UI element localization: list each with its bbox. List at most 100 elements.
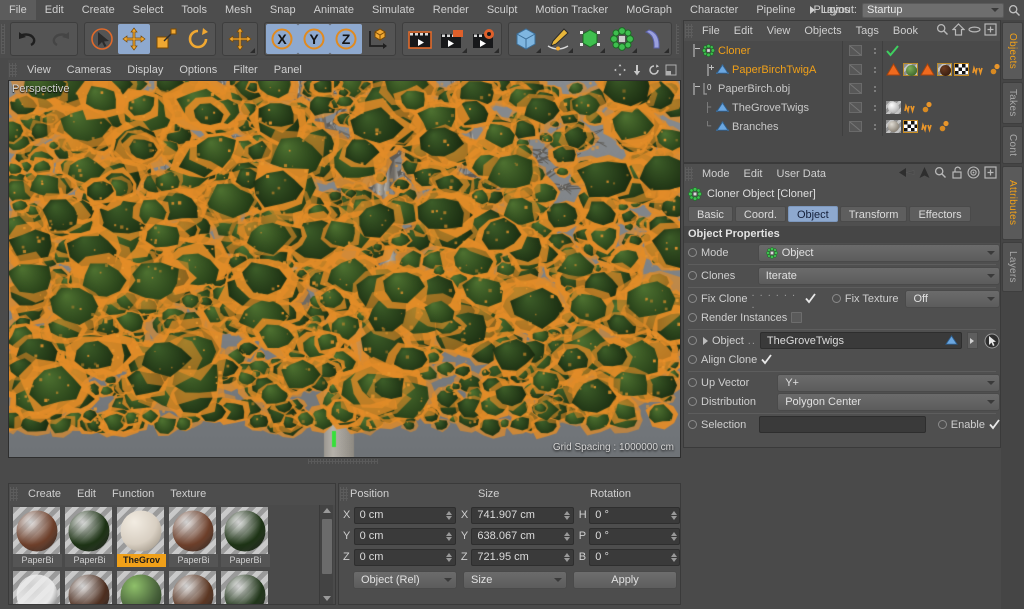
material-preview[interactable] bbox=[169, 571, 216, 604]
material-preview[interactable] bbox=[65, 571, 112, 604]
visibility-box[interactable] bbox=[849, 121, 862, 132]
visibility-dots-column[interactable] bbox=[842, 60, 868, 79]
size-field[interactable]: 638.067 cm bbox=[471, 527, 574, 545]
fix-texture-radio[interactable] bbox=[831, 294, 841, 303]
menu-item-animate[interactable]: Animate bbox=[305, 0, 363, 20]
spinner-icon[interactable] bbox=[670, 552, 677, 562]
search-icon[interactable] bbox=[936, 23, 949, 39]
object-link-arrow-button[interactable] bbox=[966, 332, 978, 349]
menu-item-file[interactable]: File bbox=[0, 0, 36, 20]
material-preview[interactable] bbox=[169, 507, 216, 554]
visibility-toggle-dots[interactable] bbox=[868, 85, 882, 92]
layout-dropdown[interactable]: Startup bbox=[862, 2, 1004, 18]
tag-orange-triangle[interactable] bbox=[886, 63, 901, 76]
axis-y-button[interactable]: Y bbox=[297, 24, 330, 54]
rotation-field[interactable]: 0 ° bbox=[589, 548, 680, 566]
viewport-menu-view[interactable]: View bbox=[19, 60, 59, 80]
fix-texture-dropdown[interactable]: Off bbox=[905, 289, 1000, 308]
ellipse-icon[interactable] bbox=[968, 23, 981, 39]
size-field[interactable]: 721.95 cm bbox=[471, 548, 574, 566]
visibility-dots-column[interactable] bbox=[842, 41, 868, 60]
tag-uv-tag[interactable] bbox=[971, 64, 985, 76]
right-tab-layers[interactable]: Layers bbox=[1002, 242, 1023, 292]
material-menu-texture[interactable]: Texture bbox=[162, 484, 214, 504]
scroll-down-icon[interactable] bbox=[323, 596, 331, 601]
render-view-button[interactable] bbox=[404, 24, 436, 54]
visibility-box[interactable] bbox=[849, 83, 862, 94]
up-arrow-icon[interactable] bbox=[919, 166, 930, 182]
material-swatch[interactable]: PaperBi bbox=[221, 507, 270, 569]
object-row[interactable]: 0 PaperBirch.obj bbox=[684, 79, 1000, 98]
right-tab-cont[interactable]: Cont bbox=[1002, 126, 1023, 164]
viewport-menu-display[interactable]: Display bbox=[119, 60, 171, 80]
material-preview[interactable] bbox=[221, 571, 268, 604]
visibility-box[interactable] bbox=[849, 64, 862, 75]
menu-item-pipeline[interactable]: Pipeline bbox=[747, 0, 804, 20]
viewport-splitter[interactable] bbox=[308, 459, 378, 464]
menu-item-mograph[interactable]: MoGraph bbox=[617, 0, 681, 20]
mode-radio[interactable] bbox=[688, 248, 697, 257]
right-tab-objects[interactable]: Objects bbox=[1002, 22, 1023, 80]
rotate-tool-button[interactable] bbox=[182, 24, 214, 54]
fullscreen-icon[interactable] bbox=[984, 23, 997, 39]
spinner-icon[interactable] bbox=[446, 552, 453, 562]
spinner-icon[interactable] bbox=[446, 531, 453, 541]
clones-dropdown[interactable]: Iterate bbox=[757, 266, 1000, 285]
viewport-menu-cameras[interactable]: Cameras bbox=[59, 60, 120, 80]
home-icon[interactable] bbox=[951, 23, 966, 39]
fix-clone-checkbox[interactable] bbox=[805, 293, 816, 304]
axis-x-button[interactable]: X bbox=[265, 24, 298, 54]
tag-uv-tag[interactable] bbox=[920, 121, 934, 133]
viewport-3d[interactable]: Perspective Grid Spacing : 1000000 cm Y … bbox=[8, 80, 681, 458]
attribute-menu-user-data[interactable]: User Data bbox=[770, 164, 834, 184]
visibility-box[interactable] bbox=[849, 45, 862, 56]
attribute-grip[interactable] bbox=[685, 167, 693, 181]
tag-green-sphere-mat[interactable] bbox=[903, 63, 918, 76]
axis-z-button[interactable]: Z bbox=[329, 24, 362, 54]
lock-icon[interactable] bbox=[951, 166, 963, 182]
coordinate-mode-dropdown[interactable]: Object (Rel) bbox=[353, 571, 457, 589]
live-selection-button[interactable] bbox=[86, 24, 118, 54]
tag-column[interactable] bbox=[882, 41, 1000, 60]
menu-item-tools[interactable]: Tools bbox=[172, 0, 216, 20]
material-swatch[interactable]: PaperBi bbox=[65, 507, 114, 569]
material-list[interactable]: PaperBiPaperBiTheGrovPaperBiPaperBiNone bbox=[11, 505, 335, 604]
selection-radio[interactable] bbox=[688, 420, 697, 429]
search-icon[interactable] bbox=[1004, 4, 1024, 17]
attribute-tab-transform[interactable]: Transform bbox=[839, 206, 908, 222]
fullscreen-icon[interactable] bbox=[984, 166, 997, 182]
object-menu-objects[interactable]: Objects bbox=[797, 21, 848, 41]
size-mode-dropdown[interactable]: Size bbox=[463, 571, 567, 589]
up-vector-dropdown[interactable]: Y+ bbox=[777, 373, 1000, 392]
render-instances-radio[interactable] bbox=[688, 313, 697, 322]
attribute-tab-effectors[interactable]: Effectors bbox=[909, 206, 971, 222]
tag-dot-tag[interactable] bbox=[936, 120, 951, 133]
rotate-view-icon[interactable] bbox=[646, 61, 662, 79]
align-clone-radio[interactable] bbox=[688, 355, 697, 364]
tag-orange-triangle[interactable] bbox=[920, 63, 935, 76]
visibility-toggle-dots[interactable] bbox=[868, 123, 882, 130]
visibility-dots-column[interactable] bbox=[842, 98, 868, 117]
object-menu-file[interactable]: File bbox=[695, 21, 727, 41]
scroll-up-icon[interactable] bbox=[323, 508, 331, 513]
mode-dropdown[interactable]: Object bbox=[757, 243, 1000, 262]
render-region-button[interactable] bbox=[436, 24, 468, 54]
toolbar-grip-end[interactable] bbox=[675, 24, 679, 54]
tag-checker-mat[interactable] bbox=[954, 63, 969, 76]
back-arrow-icon[interactable] bbox=[899, 167, 915, 181]
menu-item-character[interactable]: Character bbox=[681, 0, 747, 20]
tag-dot-tag[interactable] bbox=[919, 101, 934, 114]
object-tree[interactable]: Cloner PaperBirchTwigA 0 PaperBirch.obj ├ The… bbox=[684, 41, 1000, 162]
spinner-icon[interactable] bbox=[670, 510, 677, 520]
position-field[interactable]: 0 cm bbox=[353, 527, 456, 545]
material-menu-create[interactable]: Create bbox=[20, 484, 69, 504]
render-instances-checkbox[interactable] bbox=[791, 312, 803, 323]
material-swatch[interactable] bbox=[221, 571, 270, 604]
right-tab-takes[interactable]: Takes bbox=[1002, 82, 1023, 124]
spinner-icon[interactable] bbox=[564, 552, 571, 562]
selection-field[interactable] bbox=[758, 416, 926, 433]
enable-checkbox[interactable] bbox=[989, 419, 1000, 430]
toolbar-grip[interactable] bbox=[1, 24, 5, 54]
target-icon[interactable] bbox=[967, 166, 980, 182]
generator-button[interactable] bbox=[574, 24, 606, 54]
